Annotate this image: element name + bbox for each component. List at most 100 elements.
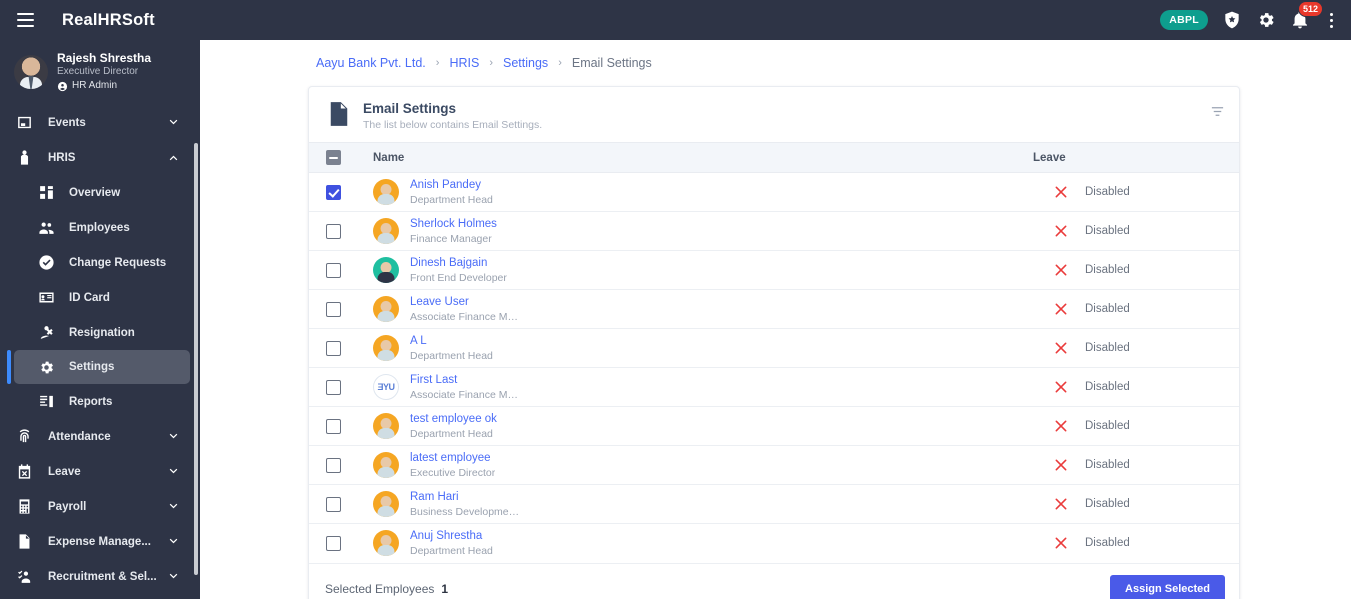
chevron-down-icon[interactable]	[167, 465, 180, 478]
employee-name-link[interactable]: First Last	[410, 373, 520, 387]
x-icon[interactable]	[1053, 301, 1069, 317]
sidebar-item-settings[interactable]: Settings	[7, 350, 190, 384]
report-icon	[36, 392, 56, 412]
x-icon[interactable]	[1053, 223, 1069, 239]
employee-name-link[interactable]: Anuj Shrestha	[410, 529, 493, 543]
chevron-down-icon[interactable]	[167, 116, 180, 129]
row-checkbox[interactable]	[326, 457, 341, 473]
gear-icon	[36, 357, 56, 377]
name-cell: Dinesh Bajgain Front End Developer	[373, 250, 1033, 290]
x-icon[interactable]	[1053, 262, 1069, 278]
table-header-row: Name Leave	[309, 142, 1239, 173]
avatar	[373, 179, 399, 205]
employee-name-link[interactable]: latest employee	[410, 451, 495, 465]
check-circle-icon	[36, 253, 56, 273]
sidebar-item-payroll[interactable]: Payroll	[0, 489, 200, 524]
breadcrumb-item-settings[interactable]: Settings	[503, 56, 548, 70]
row-checkbox[interactable]	[326, 340, 341, 356]
shield-star-icon[interactable]	[1222, 10, 1242, 30]
sidebar-item-recruitment-sel[interactable]: Recruitment & Sel...	[0, 559, 200, 594]
chevron-down-icon[interactable]	[167, 430, 180, 443]
leave-cell: Disabled	[1033, 289, 1239, 329]
employee-name-link[interactable]: Sherlock Holmes	[410, 217, 497, 231]
employee-position: Executive Director	[410, 466, 496, 479]
notifications[interactable]: 512	[1290, 1, 1324, 30]
x-icon[interactable]	[1053, 457, 1069, 473]
x-icon[interactable]	[1053, 340, 1069, 356]
sidebar-item-assessments[interactable]: Assessments	[0, 594, 200, 599]
breadcrumb-item-hris[interactable]: HRIS	[449, 56, 479, 70]
employee-name-link[interactable]: Anish Pandey	[410, 178, 493, 192]
sidebar-item-label: Payroll	[48, 500, 87, 513]
sidebar-item-expense-manage[interactable]: Expense Manage...	[0, 524, 200, 559]
avatar	[373, 491, 399, 517]
org-badge[interactable]: ABPL	[1160, 10, 1208, 30]
sidebar-item-events[interactable]: Events	[0, 105, 200, 140]
row-checkbox[interactable]	[326, 301, 341, 317]
table-row: Dinesh Bajgain Front End Developer Disable…	[309, 250, 1239, 290]
table-row: Anuj Shrestha Department Head Disabled	[309, 524, 1239, 563]
sidebar-item-resignation[interactable]: Resignation	[0, 315, 200, 350]
sidebar-item-id-card[interactable]: ID Card	[0, 280, 200, 315]
sidebar: Rajesh Shrestha Executive Director HR Ad…	[0, 40, 200, 599]
table-row: A L Department Head Disabled	[309, 328, 1239, 368]
user-circle-icon	[57, 81, 68, 91]
x-icon[interactable]	[1053, 184, 1069, 200]
x-icon[interactable]	[1053, 535, 1069, 551]
employee-position: Associate Finance Ma...	[410, 388, 520, 401]
select-all-checkbox[interactable]	[326, 150, 341, 165]
email-settings-card: Email Settings The list below contains E…	[308, 86, 1240, 599]
assign-selected-button[interactable]: Assign Selected	[1110, 574, 1225, 599]
row-checkbox[interactable]	[326, 223, 341, 239]
row-checkbox[interactable]	[326, 496, 341, 512]
hamburger-icon[interactable]	[10, 5, 40, 35]
chevron-down-icon[interactable]	[167, 500, 180, 513]
row-checkbox-cell	[309, 445, 373, 485]
avatar	[373, 335, 399, 361]
chevron-up-icon[interactable]	[167, 151, 180, 164]
user-profile[interactable]: Rajesh Shrestha Executive Director HR Ad…	[0, 40, 200, 103]
row-checkbox[interactable]	[326, 418, 341, 434]
employee-name-link[interactable]: Dinesh Bajgain	[410, 256, 507, 270]
employee-position: Associate Finance Ma...	[410, 310, 520, 323]
avatar	[373, 218, 399, 244]
card-footer: Selected Employees 1 Assign Selected	[309, 562, 1239, 599]
hris-person-icon	[14, 148, 34, 168]
sidebar-item-attendance[interactable]: Attendance	[0, 419, 200, 454]
row-checkbox[interactable]	[326, 262, 341, 278]
chevron-down-icon[interactable]	[167, 535, 180, 548]
sidebar-item-label: Recruitment & Sel...	[48, 570, 157, 583]
row-checkbox-cell	[309, 328, 373, 368]
employee-name-link[interactable]: test employee ok	[410, 412, 497, 426]
table-row: Anish Pandey Department Head Disabled	[309, 172, 1239, 212]
sidebar-item-hris[interactable]: HRIS	[0, 140, 200, 175]
filter-funnel-icon[interactable]	[1210, 104, 1225, 119]
leave-cell: Disabled	[1033, 484, 1239, 524]
sidebar-item-label: Resignation	[69, 326, 135, 339]
breadcrumb-item-aayu-bank-pvt-ltd[interactable]: Aayu Bank Pvt. Ltd.	[316, 56, 426, 70]
x-icon[interactable]	[1053, 418, 1069, 434]
column-header-name: Name	[373, 142, 1033, 173]
leave-cell: Disabled	[1033, 250, 1239, 290]
x-icon[interactable]	[1053, 496, 1069, 512]
row-checkbox[interactable]	[326, 184, 341, 200]
sidebar-item-employees[interactable]: Employees	[0, 210, 200, 245]
sidebar-item-reports[interactable]: Reports	[0, 384, 200, 419]
employee-name-link[interactable]: Ram Hari	[410, 490, 520, 504]
name-cell: Leave User Associate Finance Ma...	[373, 289, 1033, 329]
table-row: test employee ok Department Head Disabled	[309, 406, 1239, 446]
sidebar-item-overview[interactable]: Overview	[0, 175, 200, 210]
employee-name-link[interactable]: A L	[410, 334, 493, 348]
leave-status: Disabled	[1085, 186, 1130, 198]
avatar	[373, 257, 399, 283]
kebab-menu-icon[interactable]	[1324, 10, 1339, 31]
row-checkbox[interactable]	[326, 379, 341, 395]
gear-icon[interactable]	[1256, 10, 1276, 30]
employee-name-link[interactable]: Leave User	[410, 295, 520, 309]
chevron-down-icon[interactable]	[167, 570, 180, 583]
row-checkbox[interactable]	[326, 535, 341, 551]
x-icon[interactable]	[1053, 379, 1069, 395]
sidebar-item-change-requests[interactable]: Change Requests	[0, 245, 200, 280]
sidebar-item-leave[interactable]: Leave	[0, 454, 200, 489]
sidebar-scrollbar[interactable]	[194, 143, 198, 575]
